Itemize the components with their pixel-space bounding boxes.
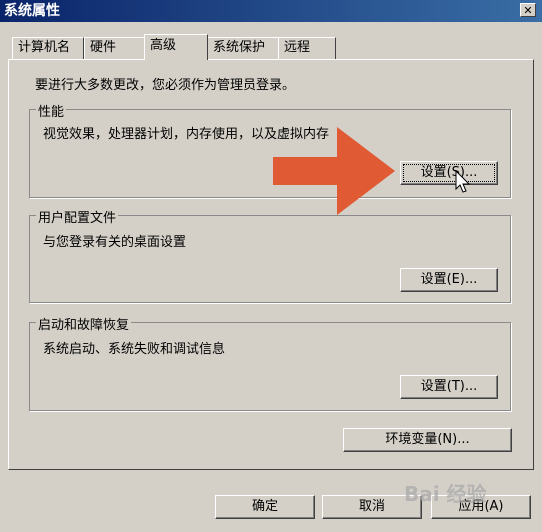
mouse-cursor-icon — [455, 170, 471, 193]
performance-settings-button[interactable]: 设置(S)... — [400, 161, 498, 185]
performance-title: 性能 — [36, 101, 67, 120]
tab-system-protection[interactable]: 系统保护 — [207, 37, 279, 59]
tab-label: 硬件 — [90, 40, 117, 55]
tab-advanced[interactable]: 高级 — [144, 34, 208, 60]
tab-label: 远程 — [284, 40, 311, 55]
environment-variables-button[interactable]: 环境变量(N)... — [343, 428, 512, 452]
startup-recovery-settings-button[interactable]: 设置(T)... — [400, 375, 498, 399]
watermark-text: Bai 经验 — [404, 482, 487, 506]
tab-label: 计算机名 — [18, 40, 71, 55]
tab-computer-name[interactable]: 计算机名 — [12, 37, 84, 59]
admin-notice: 要进行大多数更改，您必须作为管理员登录。 — [35, 78, 296, 93]
red-arrow-icon — [273, 127, 395, 215]
tab-label: 系统保护 — [213, 40, 266, 55]
startup-recovery-title: 启动和故障恢复 — [36, 314, 132, 333]
watermark: Bai 经验 — [404, 478, 487, 507]
close-icon[interactable]: ✕ — [520, 3, 536, 17]
startup-recovery-description: 系统启动、系统失败和调试信息 — [43, 342, 226, 357]
user-profiles-settings-button[interactable]: 设置(E)... — [400, 268, 498, 292]
tab-remote[interactable]: 远程 — [278, 37, 336, 59]
user-profiles-description: 与您登录有关的桌面设置 — [43, 235, 187, 250]
user-profiles-title: 用户配置文件 — [36, 207, 119, 226]
ok-button[interactable]: 确定 — [215, 495, 315, 519]
tab-hardware[interactable]: 硬件 — [84, 37, 146, 59]
title-bar: 系统属性 ✕ — [0, 0, 542, 22]
window-title: 系统属性 — [4, 3, 60, 19]
tab-label: 高级 — [150, 38, 177, 53]
